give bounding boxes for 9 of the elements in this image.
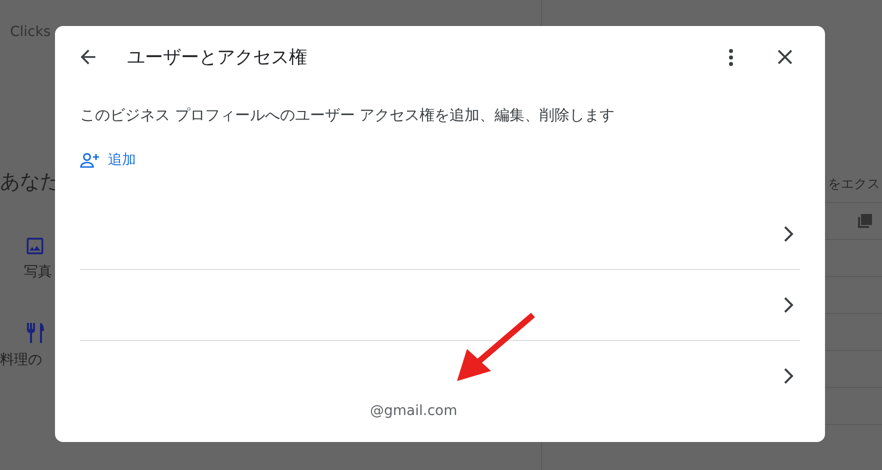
action-label: 料理の <box>0 351 42 369</box>
add-person-icon <box>80 151 100 169</box>
export-text: をエクス <box>828 176 880 193</box>
action-label: 写真 <box>24 263 52 281</box>
more-vertical-icon <box>729 48 733 66</box>
user-email: @gmail.com <box>370 403 458 419</box>
add-user-button[interactable]: 追加 <box>80 151 136 169</box>
dialog-title: ユーザーとアクセス権 <box>127 46 308 69</box>
dialog-description: このビジネス プロフィールへのユーザー アクセス権を追加、編集、削除します <box>80 106 616 125</box>
